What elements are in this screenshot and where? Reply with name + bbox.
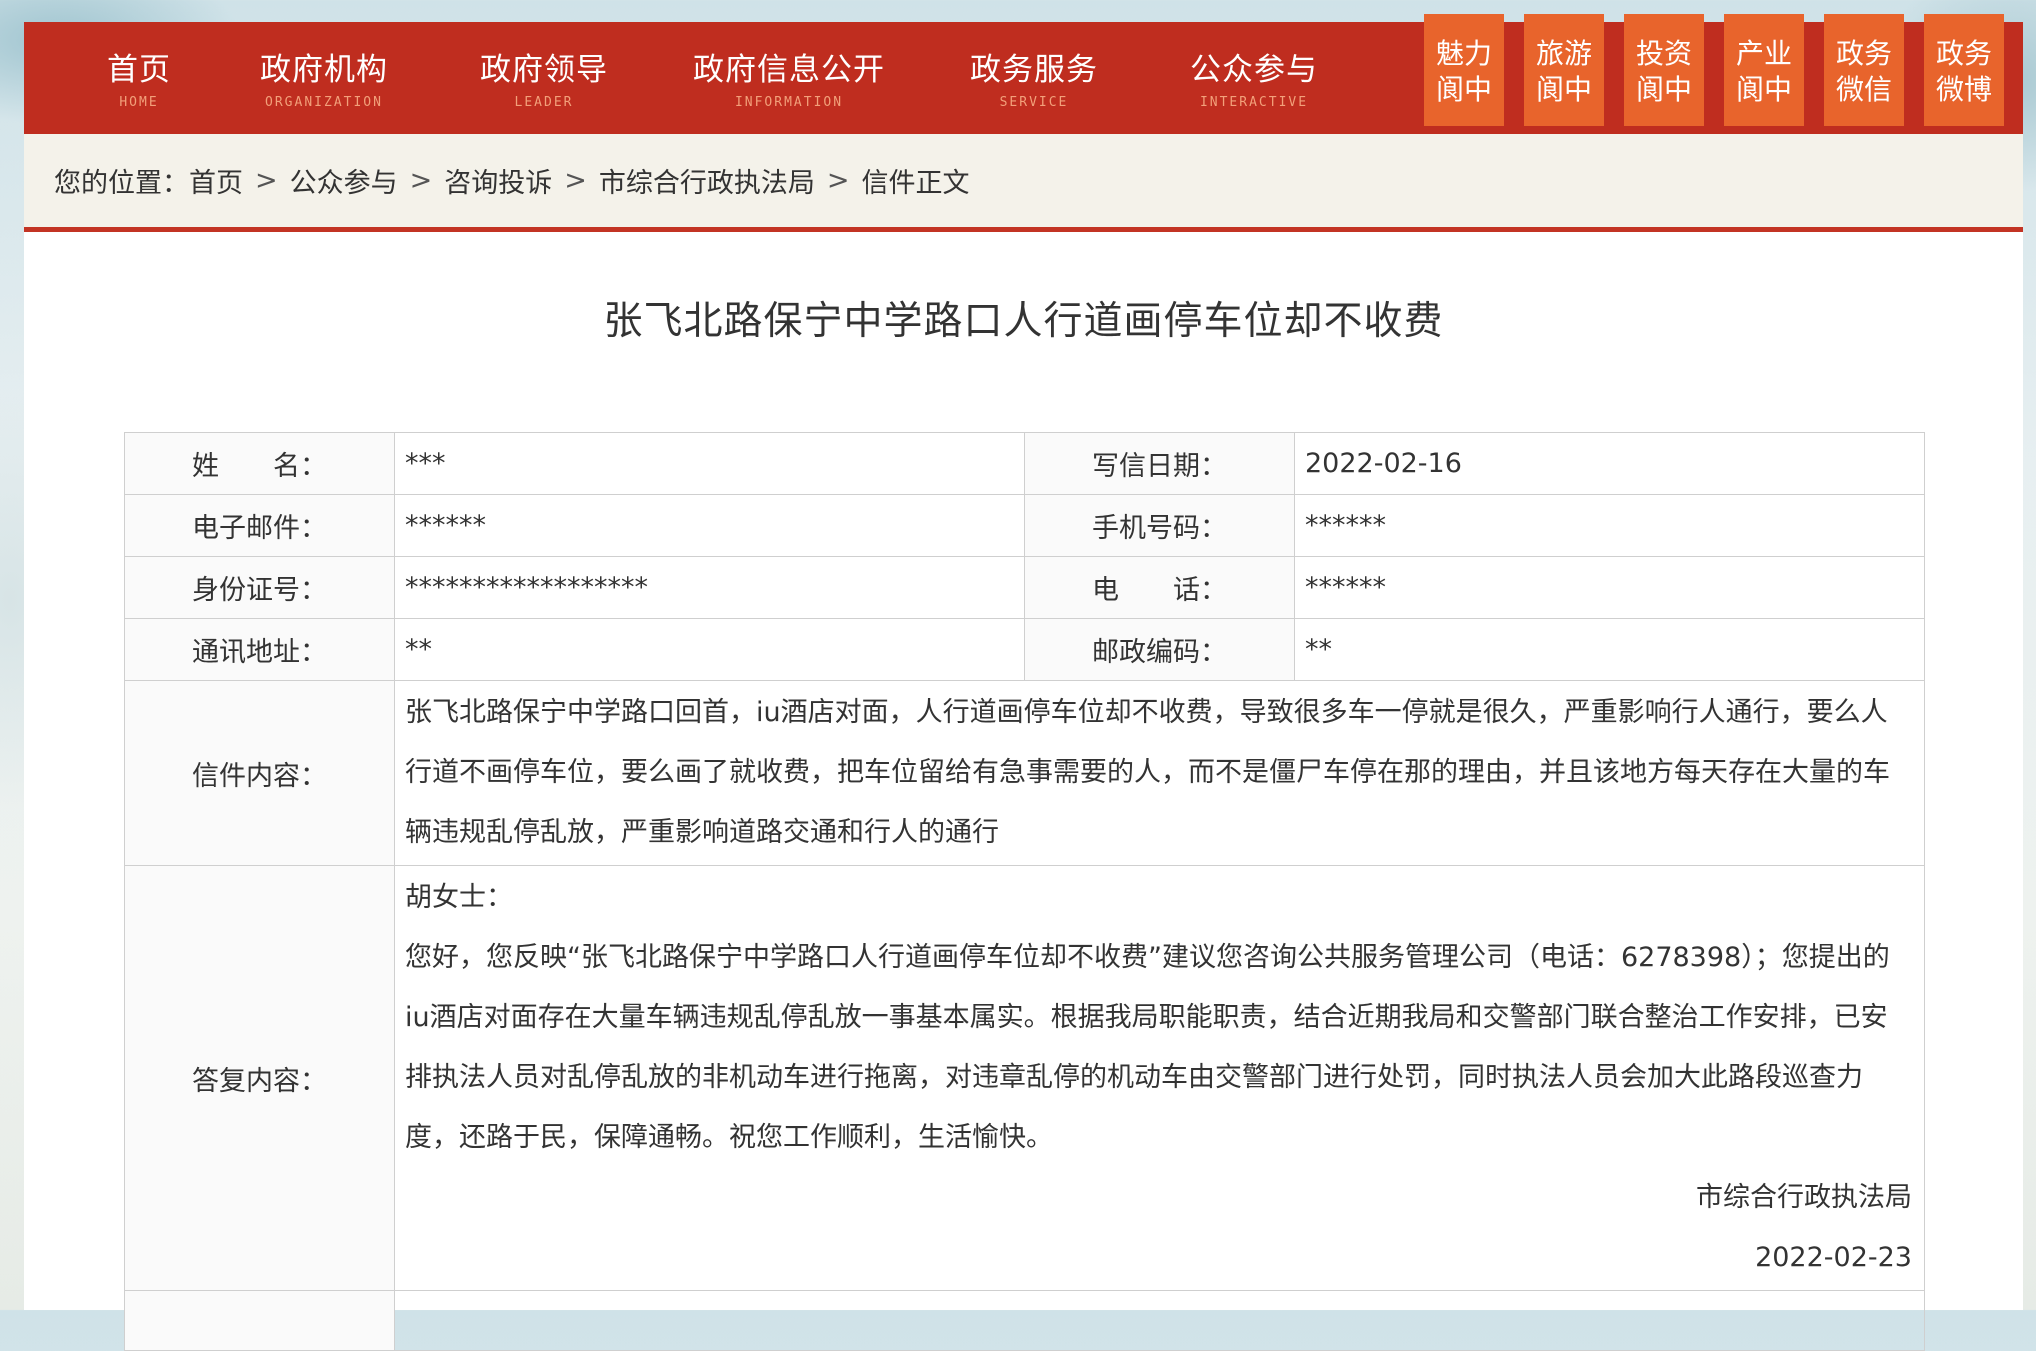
breadcrumb-separator: > (564, 165, 587, 196)
content-label: 信件内容： (124, 680, 395, 866)
date-value: 2022-02-16 (1294, 432, 1925, 495)
quick-link-industry-langzhong[interactable]: 产业 阆中 (1724, 14, 1804, 126)
table-row: 身份证号： ****************** 电 话： ****** (124, 556, 1925, 619)
phone-value: ****** (1294, 556, 1925, 619)
reply-greeting: 胡女士： (405, 882, 513, 913)
letter-table: 姓 名： *** 写信日期： 2022-02-16 电子邮件： ****** 手… (124, 432, 1925, 1351)
breadcrumb-separator: > (826, 165, 850, 196)
phone-label: 电 话： (1024, 556, 1295, 619)
nav-item-label: 政府机构 (260, 52, 388, 88)
quick-link-gov-weibo[interactable]: 政务 微博 (1924, 14, 2004, 126)
quick-link-line2: 阆中 (1435, 73, 1492, 106)
email-value: ****** (394, 494, 1025, 557)
empty-cell (394, 1290, 1925, 1351)
nav-item-sublabel: LEADER (514, 95, 574, 110)
nav-item-sublabel: INTERACTIVE (1199, 95, 1309, 110)
date-label: 写信日期： (1024, 432, 1295, 495)
email-label: 电子邮件： (124, 494, 395, 557)
name-label: 姓 名： (124, 432, 395, 495)
breadcrumb-item-bureau[interactable]: 市综合行政执法局 (599, 161, 815, 200)
empty-cell (124, 1290, 395, 1351)
quick-link-line1: 魅力 (1435, 37, 1492, 70)
quick-link-line1: 政务 (1935, 37, 1992, 70)
main-navigation: 首页 HOME 政府机构 ORGANIZATION 政府领导 LEADER 政府… (24, 14, 2023, 134)
quick-link-line1: 产业 (1735, 37, 1792, 70)
nav-item-service[interactable]: 政务服务 SERVICE (934, 22, 1134, 134)
table-row: 姓 名： *** 写信日期： 2022-02-16 (124, 432, 1925, 495)
quick-link-travel-langzhong[interactable]: 旅游 阆中 (1524, 14, 1604, 126)
reply-date: 2022-02-23 (1755, 1242, 1912, 1273)
quick-link-charm-langzhong[interactable]: 魅力 阆中 (1424, 14, 1504, 126)
table-row: 电子邮件： ****** 手机号码： ****** (124, 494, 1925, 557)
nav-item-leader[interactable]: 政府领导 LEADER (444, 22, 644, 134)
quick-link-gov-wechat[interactable]: 政务 微信 (1824, 14, 1904, 126)
breadcrumb-item-consult[interactable]: 咨询投诉 (444, 161, 552, 200)
id-label: 身份证号： (124, 556, 395, 619)
quick-link-line1: 政务 (1835, 37, 1892, 70)
mobile-label: 手机号码： (1024, 494, 1295, 557)
postcode-label: 邮政编码： (1024, 618, 1295, 681)
table-row: 答复内容： 胡女士： 您好，您反映“张飞北路保宁中学路口人行道画停车位却不收费”… (124, 865, 1925, 1291)
quick-link-line2: 微信 (1835, 73, 1892, 106)
quick-link-line2: 微博 (1935, 73, 1992, 106)
breadcrumb: 您的位置： 首页 > 公众参与 > 咨询投诉 > 市综合行政执法局 > 信件正文 (24, 134, 2023, 232)
nav-item-organization[interactable]: 政府机构 ORGANIZATION (224, 22, 424, 134)
nav-item-sublabel: ORGANIZATION (265, 95, 383, 110)
breadcrumb-separator: > (255, 165, 278, 196)
reply-body: 您好，您反映“张飞北路保宁中学路口人行道画停车位却不收费”建议您咨询公共服务管理… (405, 942, 1890, 1153)
nav-item-label: 政务服务 (970, 52, 1098, 88)
breadcrumb-prefix: 您的位置： (54, 168, 189, 199)
reply-content: 胡女士： 您好，您反映“张飞北路保宁中学路口人行道画停车位却不收费”建议您咨询公… (394, 865, 1925, 1291)
quick-link-line2: 阆中 (1635, 73, 1692, 106)
nav-item-label: 政府领导 (480, 52, 608, 88)
nav-item-label: 公众参与 (1190, 52, 1318, 88)
nav-item-sublabel: SERVICE (999, 95, 1069, 110)
table-row: 通讯地址： ** 邮政编码： ** (124, 618, 1925, 681)
postcode-value: ** (1294, 618, 1925, 681)
breadcrumb-item-participation[interactable]: 公众参与 (290, 161, 398, 200)
page-container: 首页 HOME 政府机构 ORGANIZATION 政府领导 LEADER 政府… (24, 14, 2023, 1351)
breadcrumb-item-home[interactable]: 首页 (189, 161, 243, 200)
quick-link-line2: 阆中 (1735, 73, 1792, 106)
nav-item-label: 政府信息公开 (693, 52, 885, 88)
address-value: ** (394, 618, 1025, 681)
table-row: 信件内容： 张飞北路保宁中学路口回首，iu酒店对面，人行道画停车位却不收费，导致… (124, 680, 1925, 866)
letter-content: 张飞北路保宁中学路口回首，iu酒店对面，人行道画停车位却不收费，导致很多车一停就… (394, 680, 1925, 866)
quick-link-line1: 投资 (1635, 37, 1692, 70)
letter-title: 张飞北路保宁中学路口人行道画停车位却不收费 (603, 299, 1444, 344)
quick-link-line1: 旅游 (1535, 37, 1592, 70)
nav-item-information[interactable]: 政府信息公开 INFORMATION (664, 22, 914, 134)
name-value: *** (394, 432, 1025, 495)
mobile-value: ****** (1294, 494, 1925, 557)
nav-item-home[interactable]: 首页 HOME (64, 22, 214, 134)
table-row (124, 1290, 1925, 1351)
reply-label: 答复内容： (124, 865, 395, 1291)
id-value: ****************** (394, 556, 1025, 619)
reply-organization: 市综合行政执法局 (1696, 1182, 1912, 1213)
quick-link-invest-langzhong[interactable]: 投资 阆中 (1624, 14, 1704, 126)
nav-item-interactive[interactable]: 公众参与 INTERACTIVE (1149, 22, 1359, 134)
nav-item-sublabel: HOME (119, 95, 159, 110)
nav-item-label: 首页 (107, 52, 171, 88)
breadcrumb-item-current: 信件正文 (861, 168, 970, 199)
breadcrumb-separator: > (409, 165, 433, 196)
quick-link-line2: 阆中 (1535, 73, 1592, 106)
address-label: 通讯地址： (124, 618, 395, 681)
nav-item-sublabel: INFORMATION (734, 95, 844, 110)
